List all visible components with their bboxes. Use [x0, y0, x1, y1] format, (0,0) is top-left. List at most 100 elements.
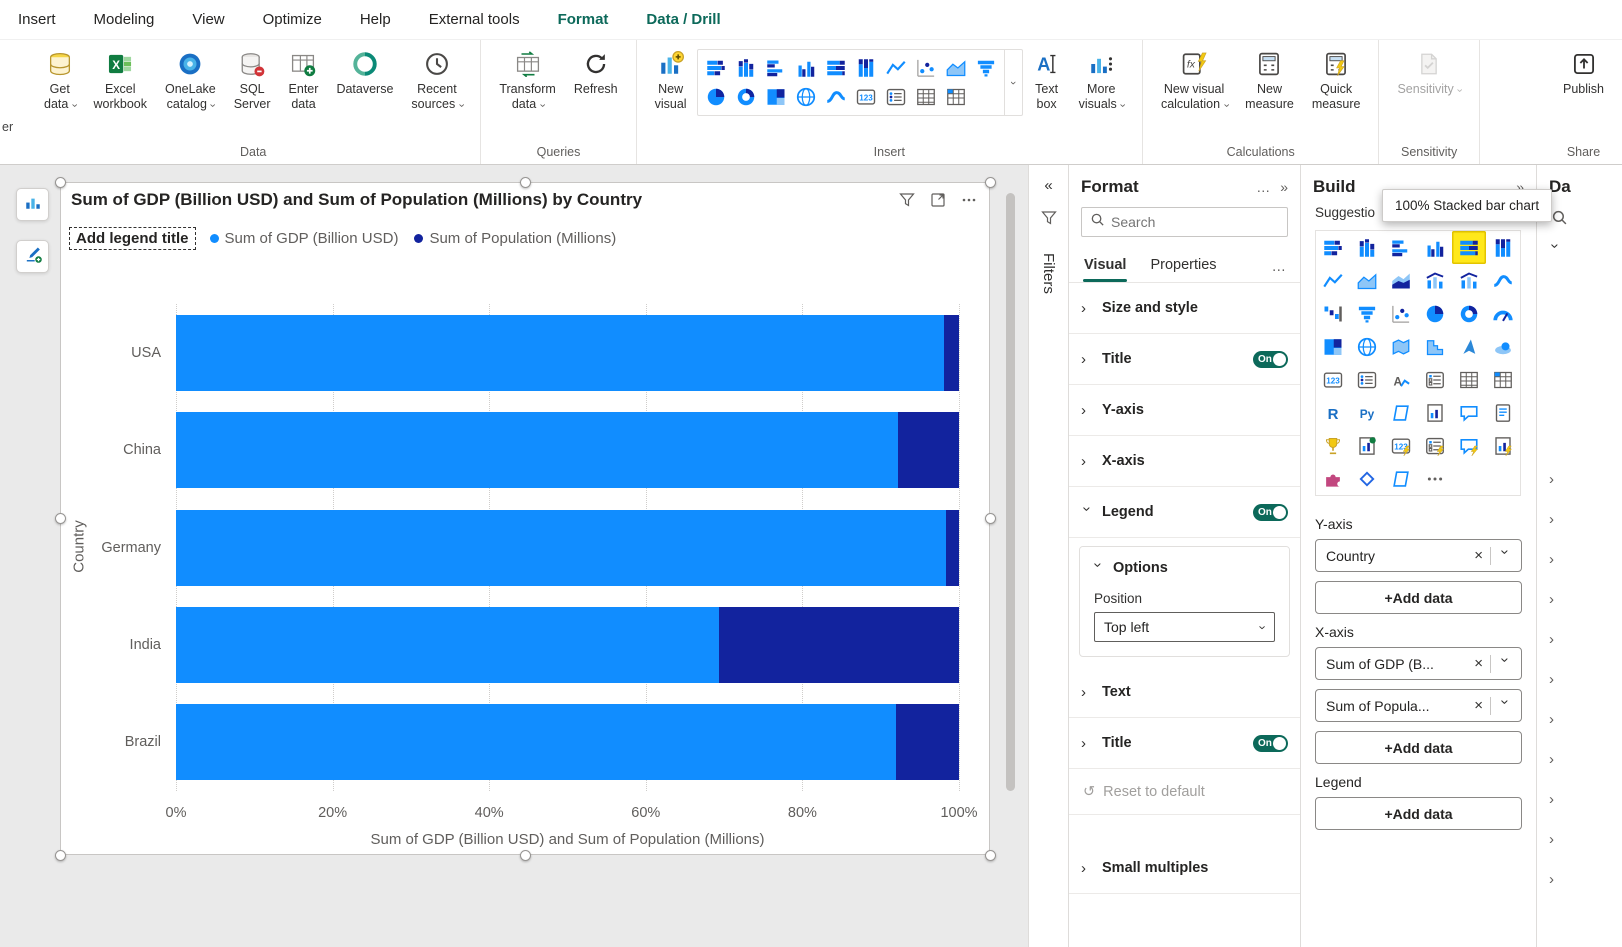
field-pill-country[interactable]: Country×›	[1315, 539, 1522, 572]
menu-item-optimize[interactable]: Optimize	[263, 11, 322, 28]
on-object-visual-button[interactable]	[16, 188, 49, 221]
data-pane-expander[interactable]: ›	[1537, 859, 1622, 899]
search-input[interactable]	[1111, 214, 1292, 230]
ribbon-button-new-measure[interactable]: Newmeasure	[1237, 44, 1302, 117]
menu-item-external-tools[interactable]: External tools	[429, 11, 520, 28]
filter-icon[interactable]	[899, 192, 915, 208]
data-pane-expander[interactable]: ›	[1537, 819, 1622, 859]
more-options-icon[interactable]	[961, 192, 977, 208]
gallery-icon-ribbon[interactable]	[823, 84, 849, 110]
menu-item-insert[interactable]: Insert	[18, 11, 56, 28]
visual-type-visio[interactable]	[1384, 462, 1418, 495]
format-section-title[interactable]: ›TitleOn	[1069, 334, 1300, 385]
ribbon-button-onelake-catalog[interactable]: OneLakecatalog ›	[157, 44, 224, 117]
gallery-icon-treemap[interactable]	[763, 84, 789, 110]
visual-type-button-slicer[interactable]	[1452, 429, 1486, 462]
bar-segment-sum-of-population-millions[interactable]	[944, 315, 959, 391]
data-pane-expander[interactable]: ›	[1537, 619, 1622, 659]
visual-type-stacked-area-chart[interactable]	[1384, 264, 1418, 297]
visual-type-metrics[interactable]	[1350, 429, 1384, 462]
gallery-icon-pie[interactable]	[703, 84, 729, 110]
format-search[interactable]	[1081, 207, 1288, 237]
resize-handle[interactable]	[520, 177, 531, 188]
format-section-title[interactable]: ›TitleOn	[1069, 718, 1300, 769]
resize-handle[interactable]	[985, 513, 996, 524]
data-pane-expander[interactable]: ›	[1537, 459, 1622, 499]
chevron-down-icon[interactable]: ›	[1549, 241, 1622, 259]
visual-type-new-card[interactable]: 123	[1384, 429, 1418, 462]
add-data-button-y-axis[interactable]: +Add data	[1315, 581, 1522, 614]
ribbon-button-quick-measure[interactable]: Quickmeasure	[1304, 44, 1369, 117]
visual-type-waterfall-chart[interactable]	[1316, 297, 1350, 330]
search-icon[interactable]	[1551, 209, 1622, 231]
ribbon-button-new-visual-calculation[interactable]: fxNew visualcalculation ›	[1153, 44, 1235, 117]
gallery-icon-line[interactable]	[883, 55, 909, 81]
gallery-icon-bar-100[interactable]	[823, 55, 849, 81]
gallery-icon-donut[interactable]	[733, 84, 759, 110]
resize-handle[interactable]	[520, 850, 531, 861]
visual-type-line-chart[interactable]	[1316, 264, 1350, 297]
gallery-icon-area[interactable]	[943, 55, 969, 81]
visual-type-shape-map[interactable]	[1418, 330, 1452, 363]
expand-pane-icon[interactable]: «	[1044, 177, 1052, 194]
gallery-icon-matrix[interactable]	[943, 84, 969, 110]
remove-field-icon[interactable]: ×	[1467, 547, 1490, 564]
visual-type-gauge-chart[interactable]	[1486, 297, 1520, 330]
visual-type-100-stacked-column-chart[interactable]	[1486, 231, 1520, 264]
resize-handle[interactable]	[985, 177, 996, 188]
bar-brazil[interactable]	[176, 704, 959, 780]
legend-item[interactable]: Sum of Population (Millions)	[414, 230, 616, 247]
resize-handle[interactable]	[55, 513, 66, 524]
format-section-text[interactable]: ›Text	[1069, 667, 1300, 718]
toggle-legend[interactable]: On	[1253, 504, 1288, 521]
report-canvas[interactable]: Sum of GDP (Billion USD) and Sum of Popu…	[0, 165, 1028, 947]
menu-item-help[interactable]: Help	[360, 11, 391, 28]
format-section-legend[interactable]: ›LegendOn	[1069, 487, 1300, 538]
visual-type-key-influencers[interactable]	[1384, 396, 1418, 429]
visual-type-kpi[interactable]: A	[1384, 363, 1418, 396]
visual-type-card[interactable]: 123	[1316, 363, 1350, 396]
tab-properties[interactable]: Properties	[1149, 251, 1217, 282]
gallery-icon-table[interactable]	[913, 84, 939, 110]
field-pill-sum-of-popula[interactable]: Sum of Popula...×›	[1315, 689, 1522, 722]
ribbon-button-sensitivity[interactable]: Sensitivity ›	[1389, 44, 1468, 102]
visual-type-100-stacked-bar-chart[interactable]	[1452, 231, 1486, 264]
add-data-button-legend[interactable]: +Add data	[1315, 797, 1522, 830]
data-pane-expander[interactable]: ›	[1537, 779, 1622, 819]
bar-segment-sum-of-population-millions[interactable]	[896, 704, 959, 780]
visual-type-table[interactable]	[1452, 363, 1486, 396]
field-dropdown-icon[interactable]: ›	[1491, 547, 1519, 564]
focus-mode-icon[interactable]	[930, 192, 946, 208]
bar-segment-sum-of-population-millions[interactable]	[898, 412, 959, 488]
field-dropdown-icon[interactable]: ›	[1491, 655, 1519, 672]
format-section-small-multiples[interactable]: › Small multiples	[1069, 843, 1300, 894]
bar-india[interactable]	[176, 607, 959, 683]
toggle-title[interactable]: On	[1253, 735, 1288, 752]
visual-type-python-visual[interactable]: Py	[1350, 396, 1384, 429]
add-data-button-x-axis[interactable]: +Add data	[1315, 731, 1522, 764]
visual-type-q-and-a[interactable]	[1486, 396, 1520, 429]
gallery-icon-bar-s[interactable]	[703, 55, 729, 81]
visual-container[interactable]: Sum of GDP (Billion USD) and Sum of Popu…	[60, 182, 990, 855]
visual-type-map[interactable]	[1350, 330, 1384, 363]
data-pane-expander[interactable]: ›	[1537, 579, 1622, 619]
remove-field-icon[interactable]: ×	[1467, 697, 1490, 714]
visual-type-ribbon-chart[interactable]	[1486, 264, 1520, 297]
position-dropdown[interactable]: Top left ›	[1094, 612, 1275, 642]
bar-china[interactable]	[176, 412, 959, 488]
visual-type-power-automate[interactable]	[1350, 462, 1384, 495]
menu-item-view[interactable]: View	[192, 11, 224, 28]
bar-segment-sum-of-gdp-billion-usd[interactable]	[176, 607, 719, 683]
data-pane-expander[interactable]: ›	[1537, 499, 1622, 539]
visual-type-scatter-chart[interactable]	[1384, 297, 1418, 330]
ribbon-button-sql-server[interactable]: SQLServer	[226, 44, 279, 117]
on-object-format-button[interactable]	[16, 240, 49, 273]
visual-type-r-script-visual[interactable]: R	[1316, 396, 1350, 429]
ribbon-button-new-visual[interactable]: Newvisual	[647, 44, 695, 117]
bar-segment-sum-of-population-millions[interactable]	[719, 607, 959, 683]
bar-germany[interactable]	[176, 510, 959, 586]
data-pane-expander[interactable]: ›	[1537, 659, 1622, 699]
visual-type-line-and-clustered-column-chart[interactable]	[1452, 264, 1486, 297]
visual-type-paginated-report[interactable]	[1418, 396, 1452, 429]
visual-type-new-slicer[interactable]	[1418, 429, 1452, 462]
